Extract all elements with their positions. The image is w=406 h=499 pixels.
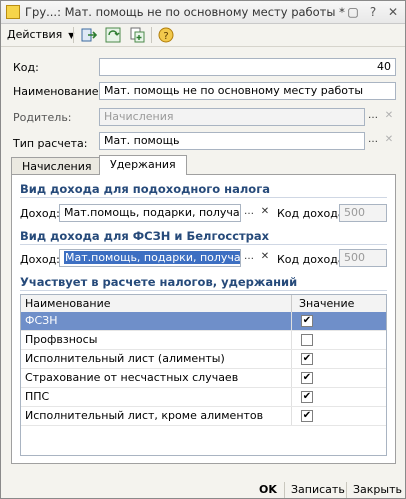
income-tax-section-title: Вид дохода для подоходного налога	[20, 182, 270, 196]
income-tax-code-label: Код дохода:	[277, 207, 349, 220]
row-name: Исполнительный лист (алименты)	[25, 352, 225, 365]
save-button[interactable]: Записать	[291, 482, 345, 498]
close-button[interactable]: Закрыть	[353, 482, 402, 498]
section-divider	[20, 244, 387, 245]
name-field[interactable]: Мат. помощь не по основному месту работы	[99, 82, 396, 100]
actions-menu[interactable]: Действия ▼	[7, 27, 74, 43]
row-name: Страхование от несчастных случаев	[25, 371, 239, 384]
section-divider	[20, 197, 387, 198]
parent-label: Родитель:	[13, 111, 72, 124]
income-tax-clear-button[interactable]: ✕	[257, 204, 273, 222]
row-checkbox[interactable]: ✔	[301, 391, 313, 403]
button-separator	[284, 482, 285, 498]
fszn-section-title: Вид дохода для ФСЗН и Белгосстрах	[20, 229, 270, 243]
parent-clear-button[interactable]: ✕	[381, 108, 397, 126]
button-separator	[346, 482, 347, 498]
help-icon[interactable]: ?	[158, 27, 174, 43]
actions-label: Действия	[7, 28, 63, 41]
row-name: ППС	[25, 390, 50, 403]
column-header-name[interactable]: Наименование	[25, 297, 110, 310]
folder-icon	[6, 5, 20, 19]
code-field[interactable]: 40	[99, 58, 396, 76]
table-row[interactable]: ФСЗН ✔	[21, 312, 386, 331]
table-header: Наименование Значение	[21, 295, 386, 313]
fszn-code-field[interactable]: 500	[339, 249, 387, 267]
income-tax-code-field[interactable]: 500	[339, 204, 387, 222]
title-bar: Гру...: Мат. помощь не по основному мест…	[1, 1, 405, 24]
table-row[interactable]: Исполнительный лист, кроме алиментов ✔	[21, 407, 386, 426]
taxes-section-title: Участвует в расчете налогов, удержаний	[20, 275, 298, 289]
ok-button[interactable]: OK	[259, 482, 277, 498]
save-close-icon[interactable]	[81, 27, 98, 43]
income-tax-select-button[interactable]: …	[241, 204, 257, 222]
code-label: Код:	[13, 61, 39, 74]
dialog-window: Гру...: Мат. помощь не по основному мест…	[0, 0, 406, 499]
taxes-table: Наименование Значение ФСЗН ✔ Профвзносы …	[20, 294, 387, 456]
column-separator	[291, 295, 292, 312]
type-field[interactable]: Мат. помощь	[99, 132, 365, 150]
row-name: Исполнительный лист, кроме алиментов	[25, 409, 264, 422]
section-divider	[20, 290, 387, 291]
help-window-button[interactable]: ?	[365, 4, 381, 20]
name-label: Наименование:	[13, 85, 103, 98]
table-row[interactable]: Профвзносы	[21, 331, 386, 350]
pin-icon[interactable]: ▢	[345, 4, 361, 20]
table-row[interactable]: Страхование от несчастных случаев ✔	[21, 369, 386, 388]
fszn-income-value: Мат.помощь, подарки, получаемые	[64, 251, 240, 264]
row-name: ФСЗН	[25, 314, 58, 327]
svg-text:?: ?	[163, 31, 168, 42]
window-title: Гру...: Мат. помощь не по основному мест…	[25, 5, 345, 19]
fszn-income-field[interactable]: Мат.помощь, подарки, получаемые	[59, 249, 241, 267]
tab-accruals[interactable]: Начисления	[11, 157, 103, 175]
parent-field[interactable]: Начисления	[99, 108, 365, 126]
fszn-income-label: Доход:	[20, 253, 60, 266]
income-tax-income-label: Доход:	[20, 207, 60, 220]
parent-select-button[interactable]: …	[365, 108, 381, 126]
row-checkbox[interactable]: ✔	[301, 372, 313, 384]
close-window-button[interactable]: ✕	[385, 4, 401, 20]
row-checkbox[interactable]	[301, 334, 313, 346]
income-tax-income-field[interactable]: Мат.помощь, подарки, получаемые	[59, 204, 241, 222]
toolbar: Действия ▼ ?	[1, 24, 405, 47]
toolbar-separator	[151, 27, 152, 43]
toolbar-separator	[73, 27, 74, 43]
table-row[interactable]: Исполнительный лист (алименты) ✔	[21, 350, 386, 369]
fszn-select-button[interactable]: …	[241, 249, 257, 267]
copy-icon[interactable]	[129, 27, 145, 43]
type-select-button[interactable]: …	[365, 132, 381, 150]
column-header-value[interactable]: Значение	[299, 297, 354, 310]
refresh-icon[interactable]	[105, 27, 121, 43]
row-checkbox[interactable]: ✔	[301, 315, 313, 327]
type-label: Тип расчета:	[13, 137, 88, 150]
tab-deductions[interactable]: Удержания	[99, 155, 187, 175]
fszn-clear-button[interactable]: ✕	[257, 249, 273, 267]
row-name: Профвзносы	[25, 333, 98, 346]
fszn-code-label: Код дохода:	[277, 253, 349, 266]
row-checkbox[interactable]: ✔	[301, 410, 313, 422]
row-checkbox[interactable]: ✔	[301, 353, 313, 365]
table-row[interactable]: ППС ✔	[21, 388, 386, 407]
type-clear-button[interactable]: ✕	[381, 132, 397, 150]
